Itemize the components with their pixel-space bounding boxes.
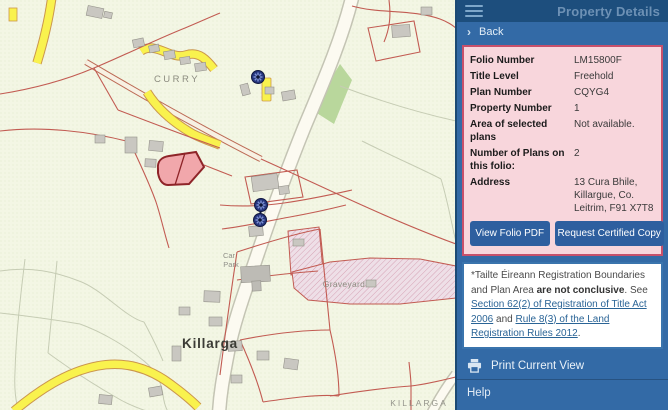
detail-row-title-level: Title Level Freehold <box>470 70 655 83</box>
property-cluster-marker <box>254 214 267 227</box>
map-svg[interactable]: CURRY Car Park Graveyard Killarga KILLAR… <box>0 0 455 410</box>
back-button[interactable]: › Back <box>457 22 668 42</box>
map-label-killarga-townland: KILLARGA <box>390 398 448 408</box>
property-cluster-marker <box>255 199 268 212</box>
property-details-card: Folio Number LM15800F Title Level Freeho… <box>462 45 663 256</box>
menu-icon[interactable] <box>465 5 483 18</box>
request-certified-copy-button[interactable]: Request Certified Copy <box>555 221 664 246</box>
view-folio-pdf-button[interactable]: View Folio PDF <box>470 221 550 246</box>
details-actions: View Folio PDF Request Certified Copy <box>470 221 655 246</box>
print-label: Print Current View <box>491 360 584 372</box>
back-label: Back <box>479 26 503 38</box>
panel-title: Property Details <box>557 4 660 19</box>
property-cluster-marker <box>252 71 265 84</box>
map-label-graveyard: Graveyard <box>323 279 365 289</box>
map-label-killarga-village: Killarga <box>182 336 238 351</box>
chevron-right-icon: › <box>467 26 471 38</box>
disclaimer-bold: are not conclusive <box>537 285 625 296</box>
detail-row-address: Address 13 Cura Bhile, Killargue, Co. Le… <box>470 176 655 215</box>
help-link[interactable]: Help <box>457 380 668 406</box>
map-canvas[interactable]: CURRY Car Park Graveyard Killarga KILLAR… <box>0 0 455 410</box>
print-current-view-button[interactable]: Print Current View <box>457 352 668 380</box>
printer-icon <box>467 359 482 373</box>
detail-row-property-number: Property Number 1 <box>470 102 655 115</box>
disclaimer-note: *Tailte Éireann Registration Boundaries … <box>462 262 663 349</box>
detail-row-folio-number: Folio Number LM15800F <box>470 54 655 67</box>
detail-row-plan-number: Plan Number CQYG4 <box>470 86 655 99</box>
map-label-car: Car <box>223 251 236 260</box>
detail-row-number-of-plans: Number of Plans on this folio: 2 <box>470 147 655 173</box>
map-label-park: Park <box>223 260 239 269</box>
property-details-panel: Property Details › Back Folio Number LM1… <box>455 0 668 410</box>
detail-row-area: Area of selected plans Not available. <box>470 118 655 144</box>
map-viewer-app: CURRY Car Park Graveyard Killarga KILLAR… <box>0 0 668 410</box>
map-label-curry: CURRY <box>154 74 200 85</box>
panel-body: Folio Number LM15800F Title Level Freeho… <box>457 42 668 349</box>
panel-header: Property Details <box>457 0 668 22</box>
